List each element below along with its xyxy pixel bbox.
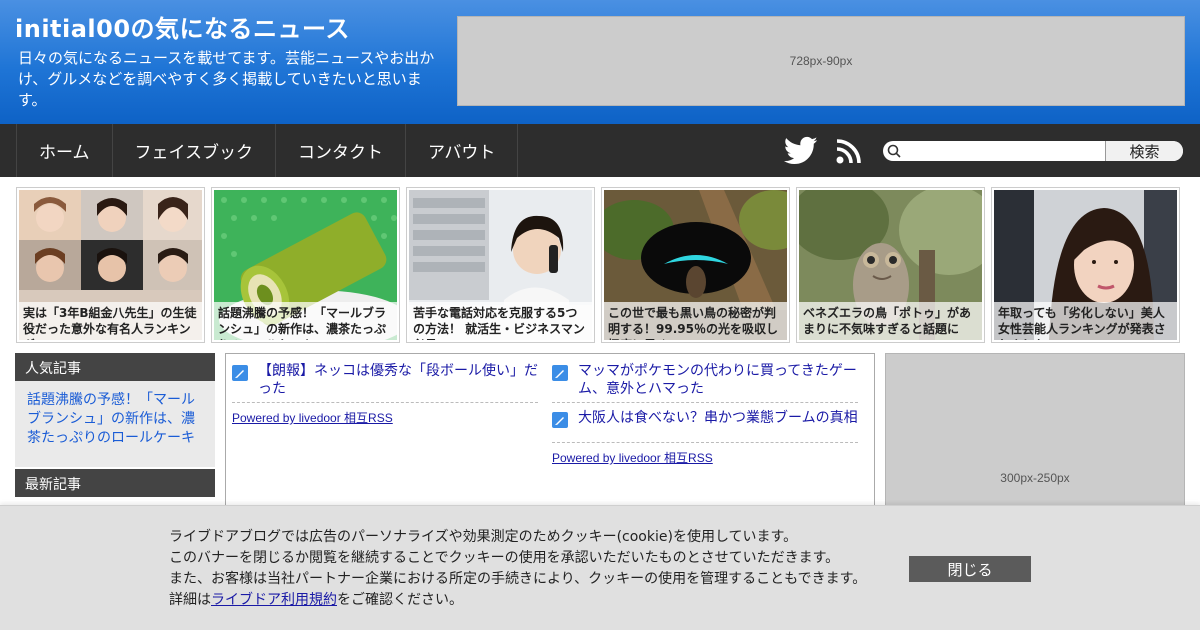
thumbnail-card[interactable]: 実は「3年B組金八先生」の生徒役だった意外な有名人ランキング [16,187,205,343]
thumbnail-card[interactable]: 苦手な電話対応を克服する5つの方法！ 就活生・ビジネスマン必見 [406,187,595,343]
search-icon [883,141,905,161]
thumbnail-caption: 話題沸騰の予感！「マールブランシュ」の新作は、濃茶たっぷりのロールケーキ [214,302,397,340]
rss-block-left: 【朗報】ネッコは優秀な「段ボール使い」だった Powered by livedo… [232,362,538,426]
ad-banner-728x90[interactable]: 728px-90px [457,16,1185,106]
nav-item-home[interactable]: ホーム [17,124,113,177]
rss-item[interactable]: 大阪人は食べない？串かつ業態ブームの真相 [552,409,858,443]
featured-thumbnails: 実は「3年B組金八先生」の生徒役だった意外な有名人ランキング 話題沸騰 [16,187,1184,343]
rss-item-title: マッマがポケモンの代わりに買ってきたゲーム、意外とハマった [578,363,857,397]
cookie-line: 詳細はライブドア利用規約をご確認ください。 [169,590,866,611]
rss-item[interactable]: 【朗報】ネッコは優秀な「段ボール使い」だった [232,362,538,403]
thumbnail-card[interactable]: 話題沸騰の予感！「マールブランシュ」の新作は、濃茶たっぷりのロールケーキ [211,187,400,343]
recent-articles-header: 最新記事 [15,469,215,497]
nav-item-about[interactable]: アバウト [406,124,519,177]
search-form: 検索 [883,141,1183,161]
rss-block-right: マッマがポケモンの代わりに買ってきたゲーム、意外とハマった 大阪人は食べない？串… [552,362,858,466]
cookie-message: ライブドアブログでは広告のパーソナライズや効果測定のためクッキー(cookie)… [169,527,866,611]
cookie-close-button[interactable]: 閉じる [909,556,1031,582]
rss-item[interactable]: マッマがポケモンの代わりに買ってきたゲーム、意外とハマった [552,362,858,403]
rss-item-title: 【朗報】ネッコは優秀な「段ボール使い」だった [258,363,538,397]
thumbnail-caption: 年取っても「劣化しない」美人女性芸能人ランキングが発表されました [994,302,1177,340]
pencil-icon [232,365,248,381]
site-description: 日々の気になるニュースを載せてます。芸能ニュースやお出かけ、グルメなどを調べやす… [18,49,435,109]
site-header: initial00の気になるニュース 日々の気になるニュースを載せてます。芸能ニ… [0,0,1200,124]
popular-articles-list: 話題沸騰の予感！「マールブランシュ」の新作は、濃茶たっぷりのロールケーキ [15,381,215,467]
terms-link[interactable]: ライブドア利用規約 [211,592,337,608]
popular-articles-header: 人気記事 [15,353,215,381]
thumbnail-caption: この世で最も黒い鳥の秘密が判明する！99.95％の光を吸収し極度に黒く [604,302,787,340]
thumbnail-card[interactable]: この世で最も黒い鳥の秘密が判明する！99.95％の光を吸収し極度に黒く [601,187,790,343]
cookie-detail-prefix: 詳細は [169,592,211,608]
search-button[interactable]: 検索 [1105,141,1183,161]
popular-article-link[interactable]: 話題沸騰の予感！「マールブランシュ」の新作は、濃茶たっぷりのロールケーキ [27,391,203,448]
thumbnail-caption: 実は「3年B組金八先生」の生徒役だった意外な有名人ランキング [19,302,202,340]
thumbnail-card[interactable]: ベネズエラの鳥「ポトゥ」があまりに不気味すぎると話題に [796,187,985,343]
cookie-detail-suffix: をご確認ください。 [337,592,463,608]
thumbnail-caption: ベネズエラの鳥「ポトゥ」があまりに不気味すぎると話題に [799,302,982,340]
rss-item-title: 大阪人は食べない？串かつ業態ブームの真相 [578,410,858,426]
pencil-icon [552,412,568,428]
cookie-line: ライブドアブログでは広告のパーソナライズや効果測定のためクッキー(cookie)… [169,529,798,545]
pencil-icon [552,365,568,381]
search-input[interactable] [905,142,1105,160]
nav-item-contact[interactable]: コンタクト [276,124,406,177]
thumbnail-card[interactable]: 年取っても「劣化しない」美人女性芸能人ランキングが発表されました [991,187,1180,343]
thumbnail-caption: 苦手な電話対応を克服する5つの方法！ 就活生・ビジネスマン必見 [409,302,592,340]
site-title[interactable]: initial00の気になるニュース [15,9,350,44]
nav-menu: ホーム フェイスブック コンタクト アバウト [16,124,519,177]
powered-by-link[interactable]: Powered by livedoor 相互RSS [552,449,858,466]
powered-by-link[interactable]: Powered by livedoor 相互RSS [232,409,538,426]
cookie-line: また、お客様は当社パートナー企業における所定の手続きにより、クッキーの使用を管理… [169,571,867,587]
cookie-banner: ライブドアブログでは広告のパーソナライズや効果測定のためクッキー(cookie)… [0,505,1200,630]
twitter-icon[interactable] [784,136,818,166]
cookie-line: このバナーを閉じるか閲覧を継続することでクッキーの使用を承認いただいたものとさせ… [169,550,840,566]
rss-icon[interactable] [836,138,862,164]
nav-item-facebook[interactable]: フェイスブック [113,124,276,177]
rss-content: 【朗報】ネッコは優秀な「段ボール使い」だった Powered by livedo… [225,353,875,513]
